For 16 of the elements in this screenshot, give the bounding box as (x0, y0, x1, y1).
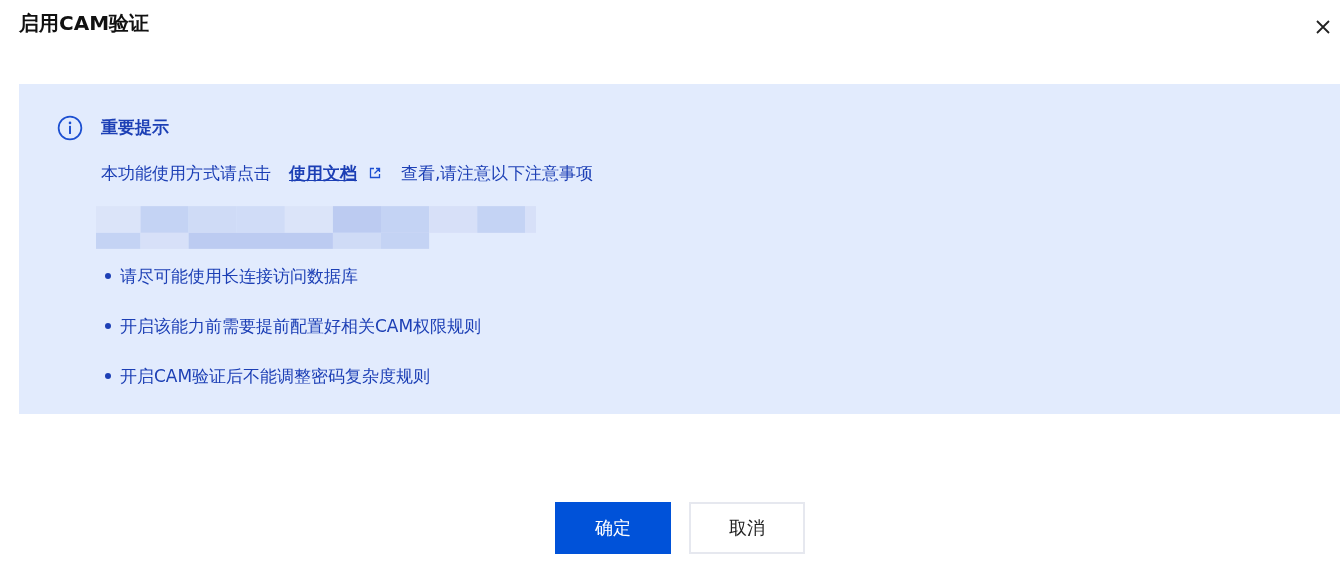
info-icon (57, 115, 83, 141)
notice-item: 开启该能力前需要提前配置好相关CAM权限规则 (120, 315, 482, 338)
bullet-icon (105, 373, 111, 379)
docs-link[interactable]: 使用文档 (289, 160, 357, 186)
dialog-title: 启用CAM验证 (19, 9, 150, 37)
notice-text: 本功能使用方式请点击 (101, 162, 271, 185)
notice-item: 开启CAM验证后不能调整密码复杂度规则 (120, 365, 431, 388)
close-icon[interactable] (1315, 19, 1331, 35)
notice-heading: 重要提示 (101, 116, 170, 139)
bullet-icon (105, 273, 111, 279)
notice-item: 请尽可能使用长连接访问数据库 (120, 265, 358, 288)
external-link-icon[interactable] (369, 167, 381, 179)
cancel-button[interactable]: 取消 (689, 502, 805, 554)
notice-text: 查看,请注意以下注意事项 (401, 162, 594, 185)
confirm-button[interactable]: 确定 (555, 502, 671, 554)
bullet-icon (105, 323, 111, 329)
